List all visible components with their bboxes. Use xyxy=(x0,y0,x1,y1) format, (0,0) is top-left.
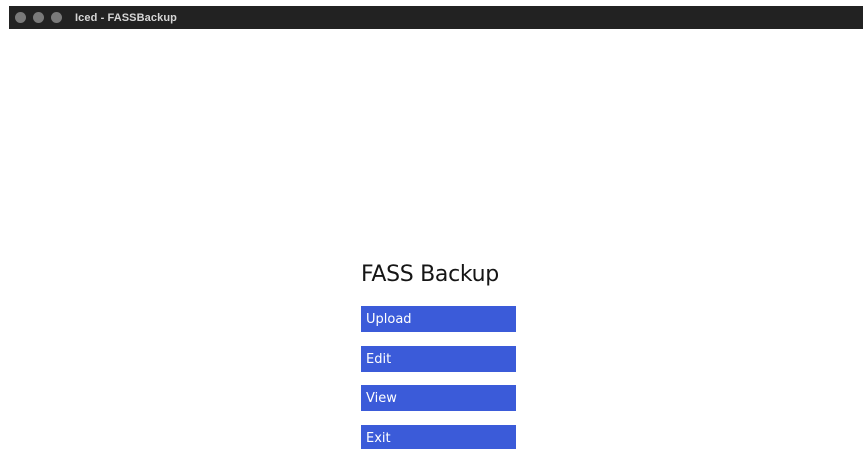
view-button[interactable]: View xyxy=(361,385,516,411)
upload-button[interactable]: Upload xyxy=(361,306,516,332)
close-icon[interactable] xyxy=(15,12,26,23)
window-title: Iced - FASSBackup xyxy=(75,11,177,24)
title-bar[interactable]: Iced - FASSBackup xyxy=(9,6,863,29)
exit-button[interactable]: Exit xyxy=(361,425,516,449)
page-title: FASS Backup xyxy=(361,262,499,287)
maximize-icon[interactable] xyxy=(51,12,62,23)
minimize-icon[interactable] xyxy=(33,12,44,23)
window-controls xyxy=(15,12,69,23)
edit-button[interactable]: Edit xyxy=(361,346,516,372)
main-content: FASS Backup Upload Edit View Exit xyxy=(0,29,863,449)
app-window: Iced - FASSBackup FASS Backup Upload Edi… xyxy=(0,0,863,449)
